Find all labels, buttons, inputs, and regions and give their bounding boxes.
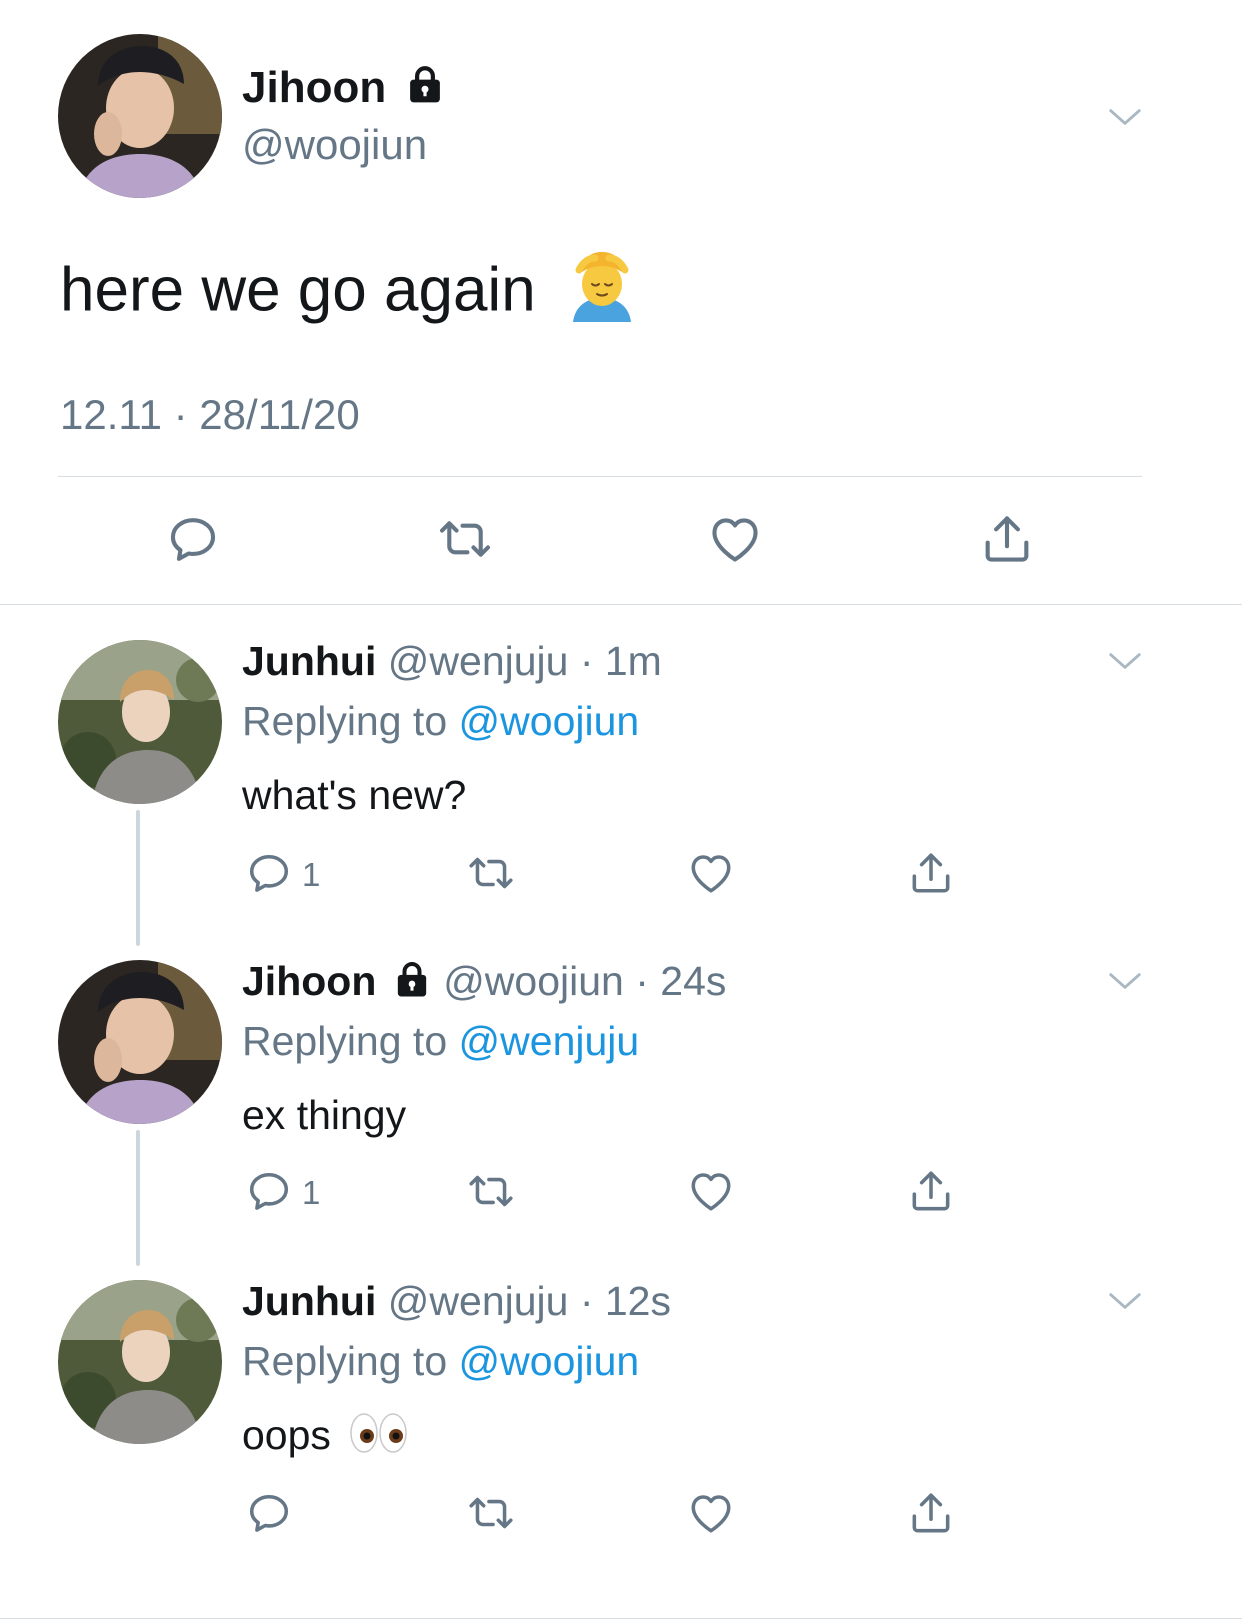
share-icon[interactable]: [906, 848, 956, 898]
replying-to-line: Replying to @wenjuju: [242, 1016, 639, 1066]
author-name[interactable]: Jihoon: [242, 958, 376, 1004]
reply-count: 1: [302, 856, 321, 893]
tweet-text-line: here we go again: [60, 250, 637, 338]
heart-icon[interactable]: [686, 1166, 736, 1216]
divider: [0, 1618, 1242, 1619]
author-name[interactable]: Junhui: [242, 638, 376, 684]
avatar[interactable]: [58, 34, 222, 198]
author-line: Junhui @wenjuju · 12s: [242, 1278, 671, 1324]
reply-text: oops: [242, 1412, 331, 1458]
avatar[interactable]: [58, 960, 222, 1124]
thread-line: [136, 1130, 140, 1266]
reply-time: 12s: [604, 1278, 671, 1324]
divider: [58, 476, 1142, 477]
replying-to-label: Replying to: [242, 1018, 448, 1064]
author-handle[interactable]: @wenjuju: [388, 1278, 569, 1324]
chevron-down-icon[interactable]: [1106, 962, 1144, 1000]
retweet-icon[interactable]: [466, 1488, 516, 1538]
eyes-emoji: [348, 1411, 410, 1466]
reply-count: 1: [302, 1174, 321, 1211]
tweet-timestamp: 12.11 · 28/11/20: [60, 391, 360, 438]
reply-time: 1m: [604, 638, 662, 684]
divider: [0, 604, 1242, 605]
reply-icon[interactable]: [244, 848, 294, 898]
lock-icon: [404, 63, 446, 117]
author-handle[interactable]: @wenjuju: [388, 638, 569, 684]
author-handle[interactable]: @woojiun: [242, 120, 427, 170]
author-line: Jihoon: [242, 62, 446, 117]
retweet-icon[interactable]: [466, 1166, 516, 1216]
reply-text-line: oops: [242, 1410, 410, 1466]
reply-time: 24s: [660, 958, 727, 1004]
avatar[interactable]: [58, 640, 222, 804]
replying-to-line: Replying to @woojiun: [242, 696, 639, 746]
reply-icon[interactable]: [164, 510, 222, 568]
replying-to-line: Replying to @woojiun: [242, 1336, 639, 1386]
chevron-down-icon[interactable]: [1106, 98, 1144, 136]
author-line: Junhui @wenjuju · 1m: [242, 638, 662, 684]
tweet-text: here we go again: [60, 255, 536, 325]
reply-text: what's new?: [242, 772, 467, 818]
chevron-down-icon[interactable]: [1106, 642, 1144, 680]
heart-icon[interactable]: [686, 848, 736, 898]
reply-icon[interactable]: [244, 1166, 294, 1216]
heart-icon[interactable]: [706, 510, 764, 568]
retweet-icon[interactable]: [466, 848, 516, 898]
author-handle[interactable]: @woojiun: [443, 958, 624, 1004]
reply-text: ex thingy: [242, 1092, 407, 1138]
replying-to-handle[interactable]: @woojiun: [459, 1338, 640, 1384]
share-icon[interactable]: [906, 1166, 956, 1216]
share-icon[interactable]: [906, 1488, 956, 1538]
thread-line: [136, 810, 140, 946]
avatar[interactable]: [58, 1280, 222, 1444]
replying-to-handle[interactable]: @woojiun: [459, 698, 640, 744]
person-getting-massage-emoji: [567, 250, 637, 338]
reply-icon[interactable]: [244, 1488, 294, 1538]
retweet-icon[interactable]: [436, 510, 494, 568]
chevron-down-icon[interactable]: [1106, 1282, 1144, 1320]
heart-icon[interactable]: [686, 1488, 736, 1538]
replying-to-label: Replying to: [242, 1338, 448, 1384]
share-icon[interactable]: [978, 510, 1036, 568]
author-name[interactable]: Jihoon: [242, 63, 386, 112]
lock-icon: [392, 959, 432, 1010]
replying-to-handle[interactable]: @wenjuju: [459, 1018, 640, 1064]
replying-to-label: Replying to: [242, 698, 448, 744]
author-name[interactable]: Junhui: [242, 1278, 376, 1324]
author-line: Jihoon @woojiun · 24s: [242, 956, 726, 1010]
